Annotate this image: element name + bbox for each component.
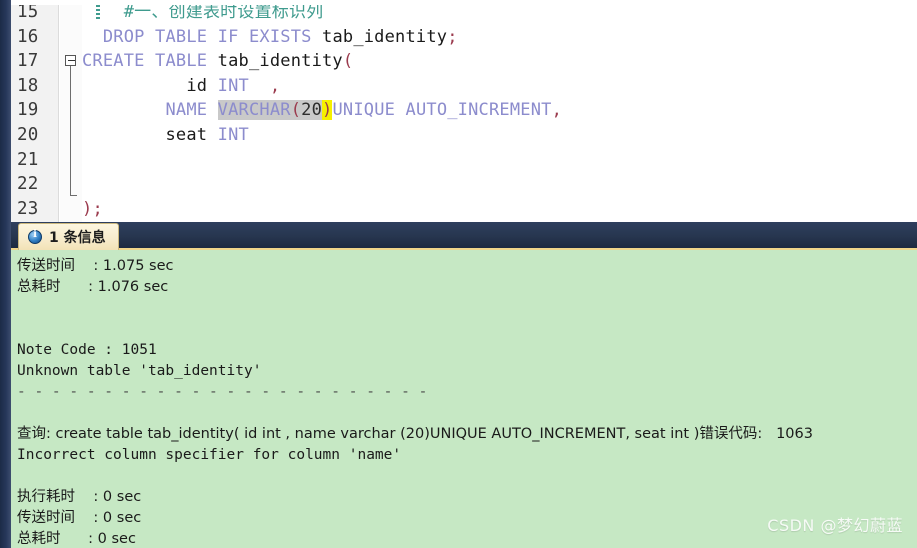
message-line-rule: - - - - - - - - - - - - - - - - - - - - … — [17, 384, 437, 400]
code-token: tab_identity — [207, 51, 343, 72]
message-line-blank-1 — [17, 298, 917, 319]
line-number-gutter: 15 16 17 18 19 20 21 22 23 — [11, 0, 59, 222]
code-token: #一、创建表时设置标识列 — [123, 2, 324, 22]
csdn-watermark: CSDN @梦幻蔚蓝 — [767, 516, 903, 535]
code-token: ) — [322, 100, 333, 121]
results-panel: 1 条信息 传送时间 : 1.075 sec 总耗时 : 1.076 sec Not… — [11, 222, 917, 548]
line-number: 20 — [17, 124, 39, 145]
message-output: 传送时间 : 1.075 sec 总耗时 : 1.076 sec Note Code… — [11, 250, 917, 547]
code-line[interactable] — [60, 148, 917, 173]
code-token: , — [551, 100, 563, 121]
code-token: NAME — [165, 100, 218, 121]
code-token: ( — [342, 51, 354, 72]
code-token: id — [82, 75, 218, 96]
message-line-transfer-time-1: 传送时间 : 1.075 sec — [17, 258, 174, 274]
tab-message-label: 1 条信息 — [49, 230, 106, 246]
message-line-note-code: Note Code : 1051 — [17, 342, 157, 358]
code-line[interactable]: DROP TABLE IF EXISTS tab_identity; — [60, 25, 917, 50]
code-token: ) — [82, 198, 93, 219]
code-line[interactable]: id INT , — [60, 74, 917, 99]
code-token: seat — [82, 124, 218, 145]
code-token: ; — [92, 198, 103, 219]
line-number: 16 — [17, 26, 39, 47]
code-token: DROP TABLE IF EXISTS — [102, 26, 312, 47]
line-number: 23 — [17, 198, 39, 219]
code-token: , — [269, 75, 281, 96]
sql-client-window: 15 16 17 18 19 20 21 22 23 #一、创建表时设置标识列 DROP TAB… — [0, 0, 917, 548]
code-token: tab_identity — [311, 26, 448, 47]
message-line-blank-3 — [17, 403, 917, 424]
code-line[interactable] — [60, 172, 917, 197]
code-token: INT — [217, 124, 249, 145]
message-line-blank-4 — [17, 466, 917, 487]
code-token: ( — [290, 100, 302, 121]
code-line[interactable]: CREATE TABLE tab_identity( — [60, 49, 917, 74]
code-token: 20 — [301, 100, 323, 121]
editor-top-edge — [11, 0, 917, 5]
message-line-blank-2 — [17, 319, 917, 340]
code-line[interactable]: ); — [60, 197, 917, 222]
line-number: 18 — [17, 75, 39, 96]
message-line-exec-time-2: 执行耗时 : 0 sec — [17, 489, 142, 505]
message-line-total-time-1: 总耗时 : 1.076 sec — [17, 279, 169, 295]
code-token: CREATE TABLE — [82, 51, 208, 72]
code-text-area[interactable]: #一、创建表时设置标识列 DROP TABLE IF EXISTS tab_id… — [60, 0, 917, 222]
code-token: UNIQUE AUTO_INCREMENT — [332, 100, 552, 121]
window-left-border — [0, 0, 11, 548]
message-line-query-line: 查询: create table tab_identity( id int , … — [17, 426, 813, 442]
message-line-unknown-table: Unknown table 'tab_identity' — [17, 363, 262, 379]
tab-message[interactable]: 1 条信息 — [18, 223, 119, 250]
code-line[interactable]: seat INT — [60, 123, 917, 148]
code-line[interactable]: NAME VARCHAR(20)UNIQUE AUTO_INCREMENT, — [60, 98, 917, 123]
results-tabbar: 1 条信息 — [11, 222, 917, 250]
code-token: VARCHAR — [217, 100, 291, 121]
line-number: 19 — [17, 100, 39, 121]
line-number: 21 — [17, 149, 39, 170]
sql-code-editor[interactable]: 15 16 17 18 19 20 21 22 23 #一、创建表时设置标识列 DROP TAB… — [11, 0, 917, 222]
line-number: 22 — [17, 174, 39, 195]
info-icon — [28, 229, 42, 244]
code-token: INT — [217, 75, 249, 96]
code-token: ; — [447, 26, 458, 47]
line-number: 17 — [17, 51, 39, 72]
message-line-incorrect-column: Incorrect column specifier for column 'n… — [17, 447, 402, 463]
